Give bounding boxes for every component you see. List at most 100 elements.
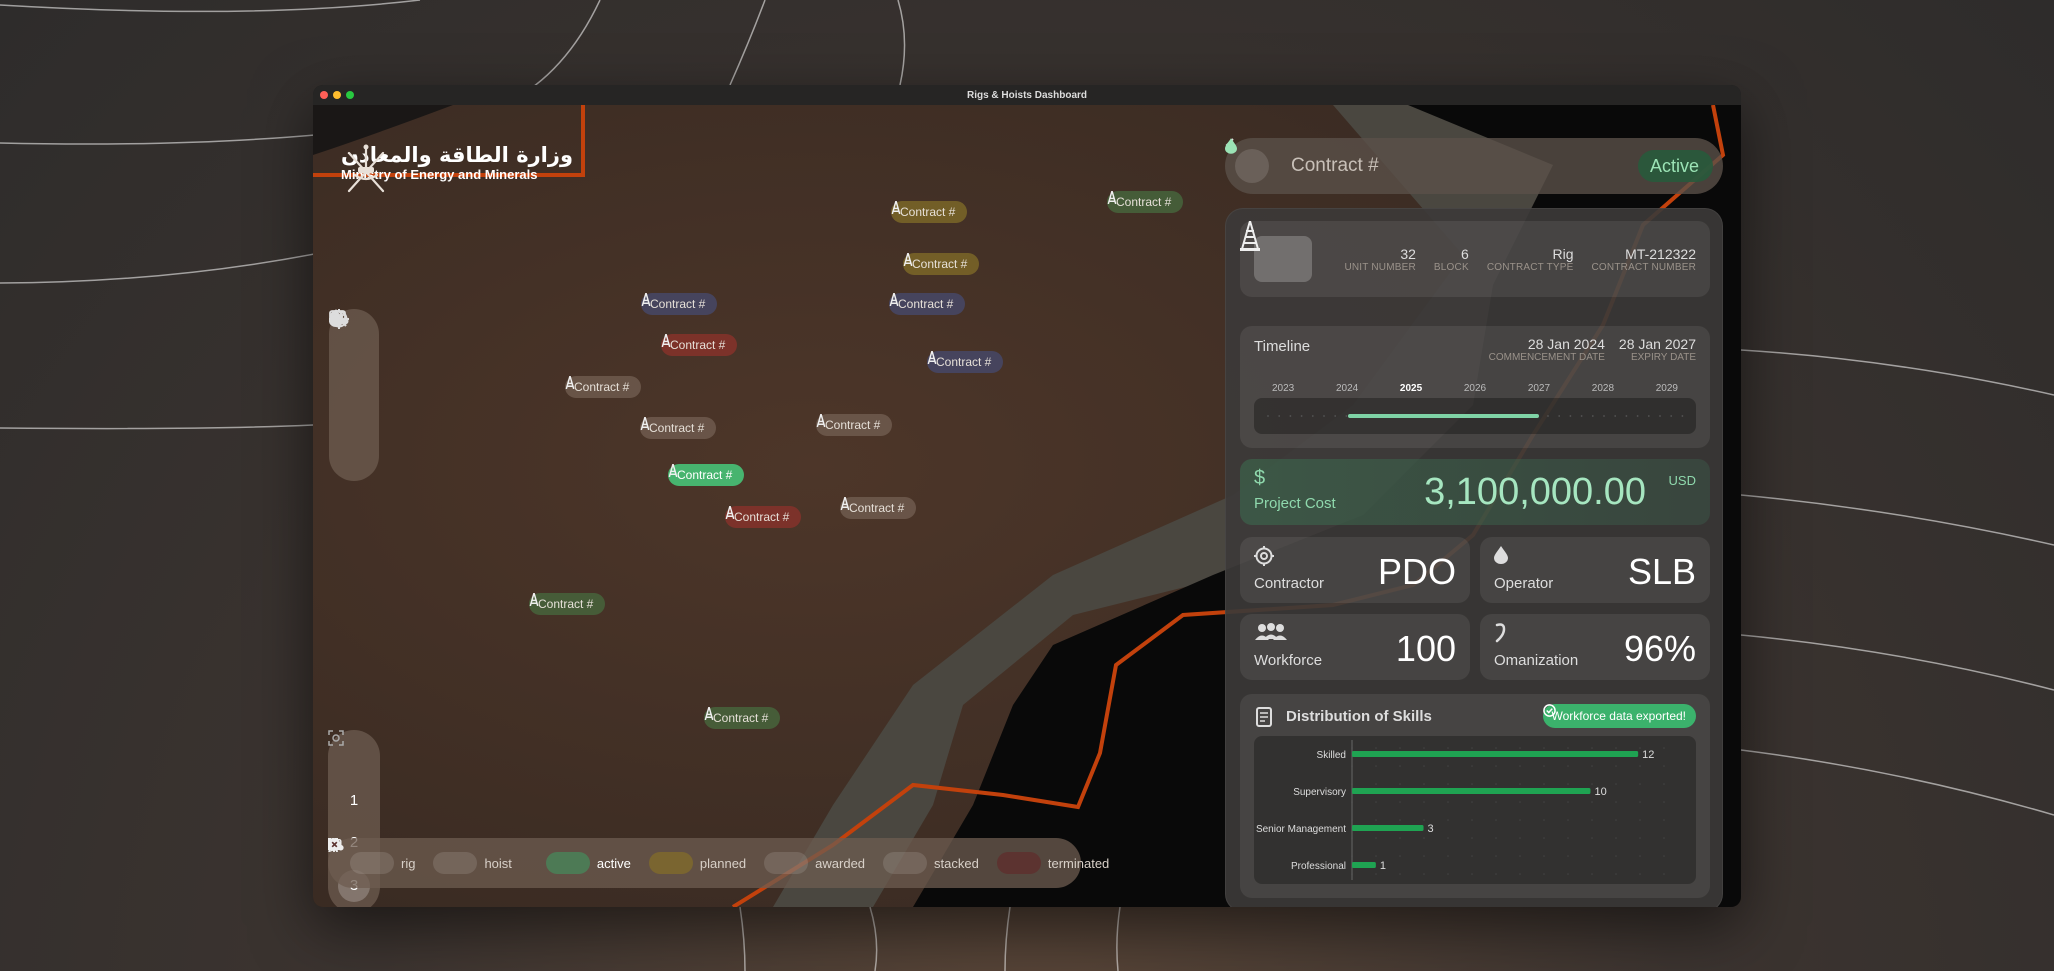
workforce-card: Workforce 100 (1240, 614, 1470, 680)
grid-dot (1423, 873, 1425, 875)
calendar-icon[interactable] (329, 310, 369, 429)
back-button[interactable] (1225, 138, 1269, 183)
legend-terminated[interactable]: terminated (328, 838, 1109, 874)
contract-pin[interactable]: Contract # (565, 376, 642, 398)
timeline-year: 2027 (1527, 383, 1551, 394)
expiry-date: 28 Jan 2027 EXPIRY DATE (1618, 336, 1696, 363)
grid-dot (1471, 801, 1473, 803)
drop-icon (1225, 138, 1237, 154)
contractor-card: Contractor PDO (1240, 537, 1470, 603)
contract-pin[interactable]: Contract # (704, 707, 781, 729)
cost-label: Project Cost (1254, 495, 1336, 512)
grid-dot (1639, 855, 1641, 857)
title-bar: Rigs & Hoists Dashboard (313, 85, 1741, 105)
grid-dot (1375, 855, 1377, 857)
grid-dot (1591, 765, 1593, 767)
grid-dot (1615, 783, 1617, 785)
gear-icon[interactable] (329, 309, 369, 391)
contract-pin[interactable]: Contract # (1107, 191, 1184, 213)
zoom-icon[interactable] (330, 310, 369, 467)
legend-awarded[interactable]: awarded (329, 838, 865, 874)
contract-pin[interactable]: Contract # (661, 334, 738, 356)
grid-dot (1375, 801, 1377, 803)
skill-bar (1352, 751, 1639, 757)
grid-dot (1519, 783, 1521, 785)
rig-icon (529, 593, 539, 606)
ministry-logo: وزارة الطاقة والمعادن Ministry of Energy… (341, 143, 573, 193)
contract-pin[interactable]: Contract # (725, 506, 802, 528)
legend-planned[interactable]: planned (328, 838, 746, 874)
contract-pin[interactable]: Contract # (840, 497, 917, 519)
grid-dot (1567, 783, 1569, 785)
grid-dot (1639, 765, 1641, 767)
contract-pin[interactable]: Contract # (816, 414, 893, 436)
minimize-window-button[interactable] (333, 91, 341, 99)
timeline-year: 2024 (1335, 383, 1359, 394)
grid-dot (1399, 837, 1401, 839)
skill-bar (1352, 788, 1591, 794)
value-label: 1 (1380, 860, 1386, 872)
grid-dot (1543, 765, 1545, 767)
legend-rig[interactable]: rig (328, 838, 415, 874)
legend-hoist[interactable]: hoist (330, 839, 512, 874)
grid-dot (1519, 801, 1521, 803)
contract-pin[interactable]: Contract # (927, 351, 1004, 373)
timeline-year: 2023 (1272, 383, 1295, 394)
contract-pin-label: Contract # (849, 501, 905, 515)
contract-pin[interactable]: Contract # (640, 417, 717, 439)
grid-dot (1375, 765, 1377, 767)
map-canvas[interactable]: وزارة الطاقة والمعادن Ministry of Energy… (313, 105, 1741, 907)
rig-icon (565, 376, 575, 389)
contract-pin-label: Contract # (649, 421, 705, 435)
grid-dot (1423, 819, 1425, 821)
close-window-button[interactable] (320, 91, 328, 99)
grid-dot (1495, 873, 1497, 875)
grid-dot (1615, 855, 1617, 857)
level-1-button[interactable]: 1 (338, 784, 370, 816)
contract-pin-label: Contract # (670, 338, 726, 352)
timeline-track[interactable] (1254, 398, 1696, 434)
grid-dot (1519, 819, 1521, 821)
grid-dot (1567, 747, 1569, 749)
fit-view-icon[interactable] (328, 730, 370, 773)
grid-dot (1543, 873, 1545, 875)
map-tools-toolbar (329, 309, 379, 481)
grid-dot (1399, 747, 1401, 749)
workforce-value: 100 (1395, 628, 1456, 669)
legend-stacked[interactable]: stacked (328, 838, 979, 874)
grid-dot (1495, 837, 1497, 839)
grid-dot (1423, 855, 1425, 857)
contractor-value: PDO (1377, 551, 1456, 592)
grid-dot (1591, 819, 1593, 821)
contract-pin[interactable]: Contract # (529, 593, 606, 615)
rig-icon (640, 417, 650, 430)
skill-bar (1352, 862, 1376, 868)
grid-dot (1543, 747, 1545, 749)
maximize-window-button[interactable] (346, 91, 354, 99)
grid-dot (1423, 747, 1425, 749)
grid-dot (1471, 873, 1473, 875)
window-title: Rigs & Hoists Dashboard (966, 89, 1088, 101)
grid-dot (1447, 783, 1449, 785)
contract-pin[interactable]: Contract # (903, 253, 980, 275)
contract-pin[interactable]: Contract # (641, 293, 718, 315)
grid-dot (1663, 765, 1665, 767)
contract-pin[interactable]: Contract # (668, 464, 745, 486)
contract-pin-label: Contract # (912, 257, 968, 271)
grid-dot (1447, 837, 1449, 839)
grid-dot (1663, 819, 1665, 821)
grid-dot (1615, 819, 1617, 821)
contract-pin[interactable]: Contract # (891, 201, 968, 223)
grid-dot (1519, 855, 1521, 857)
export-badge[interactable]: Workforce data exported! (1543, 704, 1696, 728)
operator-value: SLB (1627, 551, 1696, 592)
grid-dot (1375, 837, 1377, 839)
grid-dot (1447, 819, 1449, 821)
grid-dot (1663, 855, 1665, 857)
grid-dot (1543, 837, 1545, 839)
legend-active[interactable]: active (328, 838, 631, 874)
skill-bar (1352, 825, 1424, 831)
rig-icon (927, 351, 937, 364)
grid-dot (1663, 801, 1665, 803)
contract-pin[interactable]: Contract # (889, 293, 966, 315)
